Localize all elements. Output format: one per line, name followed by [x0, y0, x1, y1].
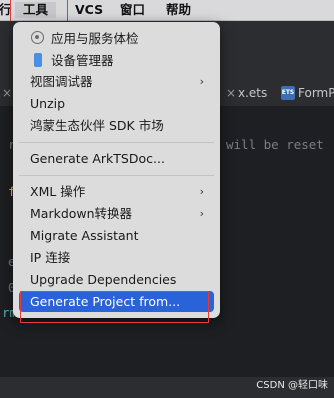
- menu-item-xml-actions[interactable]: XML 操作 ›: [19, 181, 214, 202]
- menu-item-upgrade-dependencies[interactable]: Upgrade Dependencies: [19, 269, 214, 290]
- tab-file-ets[interactable]: x.ets: [238, 86, 267, 100]
- menu-item-help[interactable]: 帮助: [166, 2, 191, 18]
- menu-item-label: 视图调试器: [30, 74, 93, 89]
- close-tab-icon[interactable]: ×: [2, 86, 12, 100]
- menu-item-label: Markdown转换器: [30, 206, 133, 221]
- menu-item-markdown-converter[interactable]: Markdown转换器 ›: [19, 203, 214, 224]
- menu-item-label: IP 连接: [30, 250, 71, 265]
- menu-item-generate-project[interactable]: Generate Project from...: [19, 291, 214, 312]
- menu-item-view-debugger[interactable]: 视图调试器 ›: [19, 71, 214, 92]
- menu-item-migrate-assistant[interactable]: Migrate Assistant: [19, 225, 214, 246]
- tools-dropdown-menu: 应用与服务体检 设备管理器 视图调试器 › Unzip 鸿蒙生态伙伴 SDK 市…: [13, 22, 220, 318]
- menu-item-generate-arktsdoc[interactable]: Generate ArkTSDoc...: [19, 148, 214, 169]
- menu-item-ip-connection[interactable]: IP 连接: [19, 247, 214, 268]
- menu-item-label: 设备管理器: [51, 53, 114, 68]
- menu-item-window[interactable]: 窗口: [120, 2, 145, 18]
- menu-item-label: Upgrade Dependencies: [30, 272, 177, 287]
- menu-item-vcs[interactable]: VCS: [75, 2, 103, 18]
- menu-item-label: 应用与服务体检: [51, 31, 139, 46]
- watermark: CSDN @轻口味: [256, 380, 328, 391]
- menu-separator: [19, 175, 214, 176]
- chevron-right-icon: ›: [199, 185, 204, 198]
- close-tab-icon[interactable]: ×: [226, 86, 236, 100]
- ets-file-icon: ETS: [281, 86, 295, 100]
- menu-item-sdk-market[interactable]: 鸿蒙生态伙伴 SDK 市场: [19, 115, 214, 136]
- menu-item-label: Generate ArkTSDoc...: [30, 151, 165, 166]
- menu-item-label: 鸿蒙生态伙伴 SDK 市场: [30, 118, 164, 133]
- chevron-right-icon: ›: [199, 207, 204, 220]
- phone-icon: [31, 53, 46, 68]
- menu-item-label: Unzip: [30, 96, 66, 111]
- menu-item-label: Migrate Assistant: [30, 228, 139, 243]
- code-comment: will be reset: [226, 137, 324, 152]
- menu-item-previous[interactable]: 行: [0, 2, 12, 18]
- menu-item-app-service-check[interactable]: 应用与服务体检: [19, 28, 214, 49]
- menu-item-device-manager[interactable]: 设备管理器: [19, 50, 214, 71]
- menu-bar: 行 工具 VCS 窗口 帮助: [0, 0, 334, 21]
- menu-item-unzip[interactable]: Unzip: [19, 93, 214, 114]
- chevron-right-icon: ›: [199, 75, 204, 88]
- menu-item-label: Generate Project from...: [30, 294, 181, 309]
- menu-separator: [19, 142, 214, 143]
- menu-item-label: XML 操作: [30, 184, 86, 199]
- menu-item-tools[interactable]: 工具: [15, 2, 57, 18]
- harmony-icon: [31, 31, 46, 46]
- tab-formpr[interactable]: FormPr: [298, 86, 334, 100]
